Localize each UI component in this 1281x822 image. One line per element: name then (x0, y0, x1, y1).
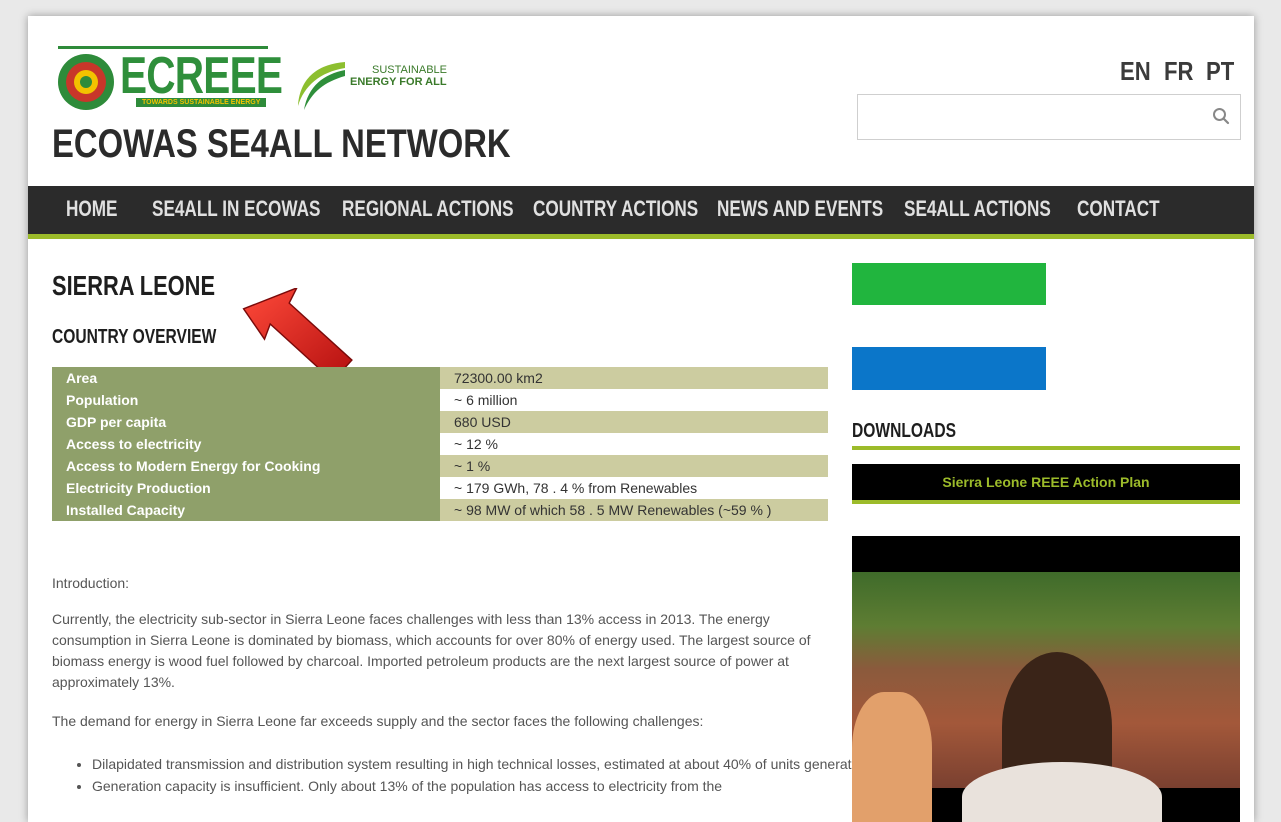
table-row: Population ~ 6 million (52, 389, 828, 411)
page: ECREEE TOWARDS SUSTAINABLE ENERGY SUSTAI… (28, 16, 1254, 822)
overview-label: Installed Capacity (52, 499, 440, 521)
table-row: GDP per capita 680 USD (52, 411, 828, 433)
search-icon[interactable] (1212, 107, 1230, 125)
downloads-title: DOWNLOADS (852, 420, 956, 442)
lang-fr-link[interactable]: FR (1164, 56, 1193, 87)
nav-se4all-in-ecowas[interactable]: SE4ALL IN ECOWAS (152, 196, 320, 222)
table-row: Area 72300.00 km2 (52, 367, 828, 389)
overview-value: ~ 179 GWh, 78 . 4 % from Renewables (440, 477, 828, 499)
search-input[interactable] (857, 94, 1241, 140)
overview-label: Population (52, 389, 440, 411)
downloads-divider (852, 446, 1240, 450)
country-overview-table: Area 72300.00 km2 Population ~ 6 million GDP… (52, 367, 828, 521)
intro-paragraph: Currently, the electricity sub-sector in… (52, 611, 811, 690)
ecreee-tagline: TOWARDS SUSTAINABLE ENERGY (136, 98, 267, 107)
nav-accent-bar (28, 234, 1254, 239)
se4all-logo-text: SUSTAINABLE ENERGY FOR ALL (350, 64, 447, 88)
ecreee-logo-text[interactable]: ECREEE (120, 50, 283, 102)
list-item: Generation capacity is insufficient. Onl… (92, 776, 872, 796)
table-row: Electricity Production ~ 179 GWh, 78 . 4 … (52, 477, 828, 499)
overview-value: ~ 6 million (440, 389, 828, 411)
se4all-line2: ENERGY FOR ALL (350, 76, 447, 88)
demand-paragraph: The demand for energy in Sierra Leone fa… (52, 713, 704, 729)
nav-home[interactable]: HOME (66, 196, 117, 222)
table-row: Access to Modern Energy for Cooking ~ 1 % (52, 455, 828, 477)
overview-value: 680 USD (440, 411, 828, 433)
overview-value: ~ 1 % (440, 455, 828, 477)
download-action-plan-link[interactable]: Sierra Leone REEE Action Plan (852, 464, 1240, 500)
intro-label: Introduction: (52, 575, 130, 591)
overview-value: ~ 12 % (440, 433, 828, 455)
video-thumbnail (852, 572, 1240, 822)
se4all-line1: SUSTAINABLE (372, 64, 447, 76)
ecreee-emblem-icon[interactable] (58, 54, 114, 110)
lang-pt-link[interactable]: PT (1206, 56, 1234, 87)
lang-en-link[interactable]: EN (1120, 56, 1151, 87)
page-title: SIERRA LEONE (52, 270, 216, 301)
overview-label: Electricity Production (52, 477, 440, 499)
nav-regional-actions[interactable]: REGIONAL ACTIONS (342, 196, 514, 222)
flag-blue-band (852, 347, 1046, 390)
table-row: Access to electricity ~ 12 % (52, 433, 828, 455)
flag-green-band (852, 263, 1046, 305)
nav-country-actions[interactable]: COUNTRY ACTIONS (533, 196, 698, 222)
overview-label: Access to Modern Energy for Cooking (52, 455, 440, 477)
table-row: Installed Capacity ~ 98 MW of which 58 . … (52, 499, 828, 521)
list-item: Dilapidated transmission and distributio… (92, 754, 872, 774)
nav-news-and-events[interactable]: NEWS AND EVENTS (717, 196, 883, 222)
nav-se4all-actions[interactable]: SE4ALL ACTIONS (904, 196, 1051, 222)
challenges-list: Dilapidated transmission and distributio… (52, 754, 872, 798)
section-title: COUNTRY OVERVIEW (52, 326, 217, 348)
overview-label: GDP per capita (52, 411, 440, 433)
overview-value: ~ 98 MW of which 58 . 5 MW Renewables (~… (440, 499, 828, 521)
overview-label: Area (52, 367, 440, 389)
nav-contact[interactable]: CONTACT (1077, 196, 1160, 222)
se4all-swoosh-icon (298, 62, 345, 110)
overview-label: Access to electricity (52, 433, 440, 455)
video-player[interactable] (852, 536, 1240, 822)
main-nav: HOME SE4ALL IN ECOWAS REGIONAL ACTIONS C… (28, 186, 1254, 234)
downloads-divider-bottom (852, 500, 1240, 504)
overview-value: 72300.00 km2 (440, 367, 828, 389)
site-title[interactable]: ECOWAS SE4ALL NETWORK (52, 122, 511, 167)
